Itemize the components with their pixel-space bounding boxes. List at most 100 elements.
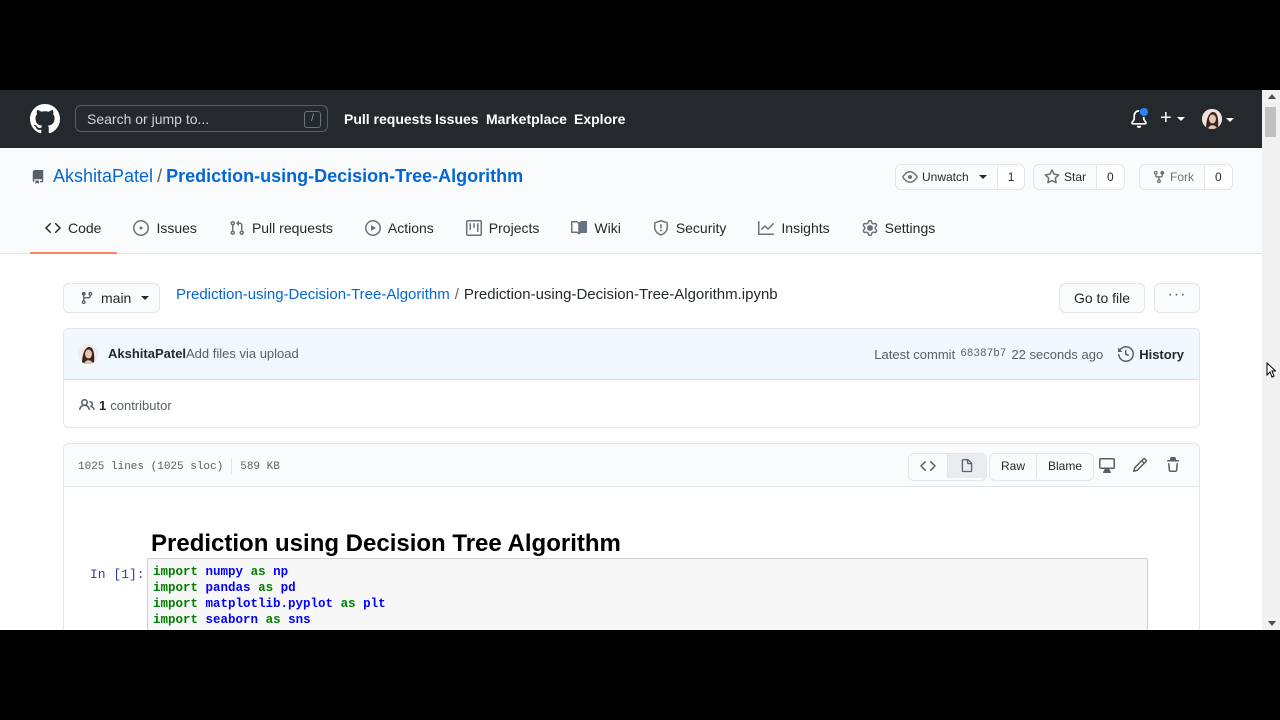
- tab-issues[interactable]: Issues: [117, 204, 212, 252]
- user-avatar[interactable]: [1202, 109, 1222, 129]
- tab-security[interactable]: Security: [637, 204, 743, 252]
- tab-code[interactable]: Code: [30, 204, 118, 254]
- commit-time: 22 seconds ago: [1011, 346, 1104, 362]
- tab-label: Pull requests: [251, 220, 333, 236]
- breadcrumb-repo-link[interactable]: Prediction-using-Decision-Tree-Algorithm: [176, 286, 450, 303]
- fork-button-group: Fork 0: [1139, 164, 1233, 190]
- desktop-icon[interactable]: [1099, 457, 1115, 473]
- tab-label: Insights: [781, 220, 830, 236]
- fork-label: Fork: [1170, 170, 1194, 184]
- tab-actions[interactable]: Actions: [349, 204, 450, 252]
- code-icon: [920, 460, 936, 472]
- search-input[interactable]: Search or jump to... /: [75, 105, 328, 132]
- code-cell: import numpy as np import pandas as pd i…: [147, 558, 1148, 630]
- search-shortcut-key: /: [304, 111, 321, 128]
- tab-settings[interactable]: Settings: [846, 204, 952, 252]
- shield-icon: [653, 220, 668, 236]
- file-size: 589 KB: [240, 460, 280, 473]
- tab-projects[interactable]: Projects: [450, 204, 556, 252]
- chevron-down-icon: [1177, 116, 1186, 121]
- repo-owner-link[interactable]: AkshitaPatel: [53, 166, 153, 186]
- trash-icon[interactable]: [1165, 457, 1181, 473]
- nav-issues[interactable]: Issues: [435, 90, 479, 148]
- code-line: import seaborn as sns: [153, 613, 311, 627]
- source-view-button[interactable]: [909, 454, 947, 478]
- page-scrollbar[interactable]: [1262, 90, 1280, 630]
- file-viewer: 1025 lines (1025 sloc) 589 KB Raw Blame P…: [63, 443, 1200, 630]
- watchers-count[interactable]: 1: [996, 165, 1025, 189]
- repo-icon: [32, 170, 44, 184]
- repository-header: AkshitaPatel / Prediction-using-Decision-T…: [0, 148, 1262, 254]
- code-line: import pandas as pd: [153, 581, 296, 595]
- nav-pull-requests[interactable]: Pull requests: [344, 90, 432, 148]
- rendered-view-button[interactable]: [947, 454, 986, 478]
- graph-icon: [758, 221, 775, 235]
- repo-title: AkshitaPatel / Prediction-using-Decision-T…: [53, 166, 523, 187]
- contributors-label: contributor: [110, 397, 172, 413]
- file-lines: 1025 lines (1025 sloc): [78, 460, 224, 473]
- mouse-cursor-icon: [1266, 362, 1276, 378]
- star-button-group: Star 0: [1033, 164, 1125, 190]
- tab-wiki[interactable]: Wiki: [555, 204, 636, 252]
- code-line: import matplotlib.pyplot as plt: [153, 597, 386, 611]
- eye-icon: [902, 171, 918, 183]
- unwatch-button[interactable]: Unwatch: [896, 165, 997, 189]
- tab-pull-requests[interactable]: Pull requests: [213, 204, 349, 252]
- stargazers-count[interactable]: 0: [1096, 165, 1124, 189]
- nav-marketplace[interactable]: Marketplace: [486, 90, 567, 148]
- chevron-down-icon: [141, 296, 150, 300]
- more-options-button[interactable]: ···: [1154, 283, 1200, 313]
- raw-blame-group: Raw Blame: [989, 453, 1095, 481]
- gear-icon: [862, 220, 878, 236]
- global-header: Search or jump to... / Pull requests Iss…: [0, 90, 1262, 148]
- history-label: History: [1139, 346, 1184, 362]
- issue-opened-icon: [133, 220, 150, 236]
- contributors-link[interactable]: 1 contributor: [79, 397, 172, 413]
- project-icon: [465, 220, 482, 236]
- author-avatar[interactable]: [78, 344, 98, 364]
- chevron-down-icon: [978, 175, 987, 179]
- divider: [231, 458, 233, 474]
- tab-insights[interactable]: Insights: [742, 204, 845, 252]
- commit-message-link[interactable]: Add files via upload: [186, 346, 299, 361]
- fork-button[interactable]: Fork: [1140, 165, 1204, 189]
- commit-author-link[interactable]: AkshitaPatel: [108, 346, 186, 361]
- browser-viewport: Search or jump to... / Pull requests Iss…: [0, 90, 1280, 630]
- history-link[interactable]: History: [1118, 346, 1184, 362]
- tab-label: Security: [675, 220, 727, 236]
- scrollbar-thumb[interactable]: [1265, 107, 1276, 137]
- raw-button[interactable]: Raw: [990, 454, 1037, 478]
- go-to-file-button[interactable]: Go to file: [1059, 283, 1145, 313]
- scroll-up-arrow-icon[interactable]: [1268, 94, 1276, 99]
- create-new-button[interactable]: +: [1160, 106, 1186, 130]
- repo-title-separator: /: [157, 166, 163, 186]
- git-pull-request-icon: [230, 220, 244, 236]
- book-icon: [571, 220, 588, 235]
- github-logo-icon[interactable]: [30, 104, 60, 134]
- repo-name-link[interactable]: Prediction-using-Decision-Tree-Algorithm: [166, 166, 523, 186]
- branch-name: main: [101, 290, 132, 306]
- star-icon: [1044, 169, 1060, 184]
- commit-sha-link[interactable]: 68387b7: [960, 348, 1006, 360]
- pencil-icon[interactable]: [1132, 457, 1148, 473]
- star-label: Star: [1064, 170, 1087, 184]
- forks-count[interactable]: 0: [1204, 165, 1232, 189]
- notification-indicator: [1139, 107, 1149, 117]
- nav-explore[interactable]: Explore: [574, 90, 625, 148]
- scroll-down-arrow-icon[interactable]: [1268, 621, 1276, 626]
- breadcrumb-separator: /: [454, 286, 459, 303]
- blame-button[interactable]: Blame: [1036, 454, 1094, 478]
- history-icon: [1118, 346, 1135, 362]
- branch-select-button[interactable]: main: [63, 283, 160, 313]
- user-menu-chevron-icon[interactable]: [1226, 118, 1234, 122]
- view-toggle: [908, 453, 987, 481]
- tab-label: Wiki: [594, 220, 621, 236]
- tab-label: Settings: [884, 220, 936, 236]
- watch-button-group: Unwatch 1: [895, 164, 1026, 190]
- tab-label: Actions: [387, 220, 434, 236]
- commit-bar: AkshitaPatel Add files via upload Latest…: [64, 329, 1199, 380]
- cell-prompt: In [1]:: [90, 567, 145, 582]
- code-line: import numpy as np: [153, 565, 289, 579]
- file-header: 1025 lines (1025 sloc) 589 KB Raw Blame: [64, 444, 1199, 487]
- star-button[interactable]: Star: [1034, 165, 1097, 189]
